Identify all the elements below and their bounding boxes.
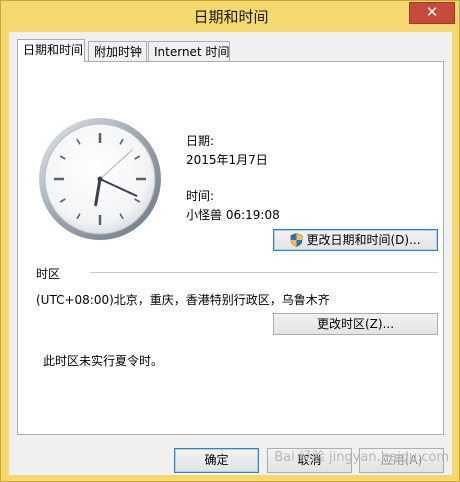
tab-panel: 日期: 2015年1月7日 时间: 小怪兽 06:19:08 更改日期和时间(D… <box>17 61 444 435</box>
title-bar[interactable]: 日期和时间 ✕ <box>1 1 460 32</box>
change-date-time-label: 更改日期和时间(D)... <box>306 233 421 247</box>
window-title: 日期和时间 <box>193 8 269 26</box>
change-timezone-button[interactable]: 更改时区(Z)... <box>273 313 438 335</box>
uac-shield-icon <box>291 233 303 247</box>
watermark-text: Bai 经验 jingyan.baidu.com <box>274 450 449 465</box>
close-icon[interactable]: ✕ <box>409 2 455 24</box>
dst-note: 此时区未实行夏令时。 <box>43 354 164 368</box>
date-time-dialog: 日期和时间 ✕ 日期和时间 附加时钟 Internet 时间 日期: 2015年… <box>0 0 460 482</box>
dialog-client: 日期和时间 附加时钟 Internet 时间 日期: 2015年1月7日 时间:… <box>9 32 452 475</box>
date-value: 2015年1月7日 <box>186 153 268 167</box>
date-label: 日期: <box>186 134 215 148</box>
time-label: 时间: <box>186 189 215 203</box>
tab-internet-time[interactable]: Internet 时间 <box>148 41 230 61</box>
timezone-section-label: 时区 <box>36 267 61 281</box>
clock-center <box>97 176 103 182</box>
change-date-time-button[interactable]: 更改日期和时间(D)... <box>273 229 438 251</box>
tab-additional-clocks[interactable]: 附加时钟 <box>88 41 147 61</box>
time-value: 小怪兽 06:19:08 <box>186 208 280 222</box>
tab-date-time[interactable]: 日期和时间 <box>17 39 85 62</box>
analog-clock <box>39 118 161 240</box>
ok-button[interactable]: 确定 <box>174 448 259 473</box>
timezone-value: (UTC+08:00)北京，重庆，香港特别行政区，乌鲁木齐 <box>36 293 330 307</box>
section-divider <box>90 272 438 273</box>
